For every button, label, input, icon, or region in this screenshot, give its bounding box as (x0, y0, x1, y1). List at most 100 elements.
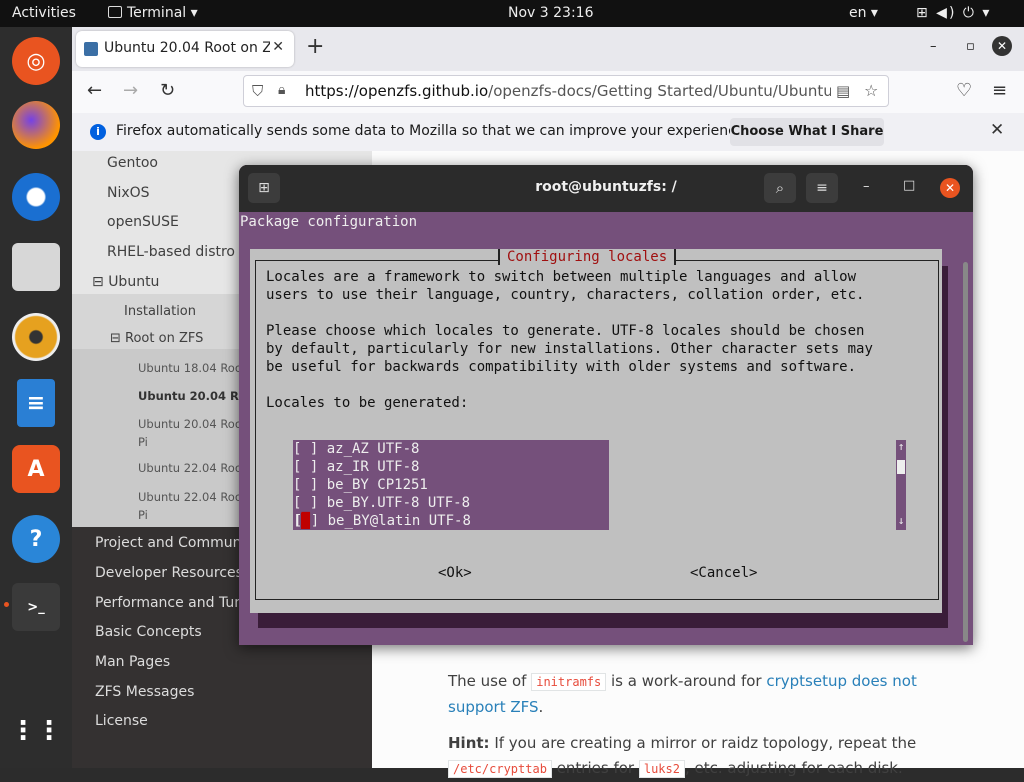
url-bar[interactable]: ⛉ 🔒︎ https://openzfs.github.io/openzfs-d… (243, 75, 889, 107)
sidebar-item-root-on-zfs[interactable]: ⊟ Root on ZFS (110, 331, 203, 346)
close-window-button[interactable]: ✕ (992, 36, 1012, 56)
tab-close-icon[interactable]: ✕ (272, 39, 284, 55)
terminal-app-icon (108, 6, 122, 18)
new-tab-button[interactable]: + (306, 36, 324, 58)
list-item[interactable]: [ ] be_BY CP1251 (293, 476, 428, 494)
top-bar: Activities Terminal ▾ Nov 3 23:16 en ▾ ⊞… (0, 0, 1024, 27)
locales-list[interactable]: [ ] az_AZ UTF-8 [ ] az_IR UTF-8 [ ] be_B… (293, 440, 609, 530)
hint-paragraph: Hint: If you are creating a mirror or ra… (448, 734, 917, 778)
terminal-search-icon[interactable]: ⌕ (764, 173, 796, 203)
locales-list-scrollbar[interactable]: ↑ ↓ (896, 440, 906, 530)
writer-icon[interactable]: ≡ (17, 379, 55, 427)
sidebar-item-ubuntu-1804-root[interactable]: Ubuntu 18.04 Root (138, 361, 246, 375)
url-text: https://openzfs.github.io/openzfs-docs/G… (305, 82, 831, 100)
terminal-menu-icon[interactable]: ≡ (806, 173, 838, 203)
debconf-dialog: Configuring locales Locales are a framew… (250, 249, 942, 613)
dialog-title: Configuring locales (498, 249, 677, 265)
notification-bar: i Firefox automatically sends some data … (72, 113, 1024, 151)
forward-button[interactable]: → (123, 80, 138, 101)
url-host: https://openzfs.github.io (305, 82, 489, 100)
minimize-button[interactable]: – (930, 39, 937, 54)
list-item[interactable]: [ ] be_BY.UTF-8 UTF-8 (293, 494, 470, 512)
collapse-icon: ⊟ (110, 331, 126, 346)
sidebar-item-project-community[interactable]: Project and Community (95, 535, 259, 551)
inline-code: /etc/crypttab (448, 760, 552, 778)
hamburger-menu-icon[interactable]: ≡ (992, 80, 1007, 101)
sidebar-item-gentoo[interactable]: Gentoo (107, 155, 158, 171)
sidebar-item-license[interactable]: License (95, 713, 148, 729)
activities-button[interactable]: Activities (12, 5, 76, 21)
sidebar-item-developer-resources[interactable]: Developer Resources (95, 565, 243, 581)
sidebar-item-rhel[interactable]: RHEL-based distro (107, 244, 235, 260)
sidebar-item-basic-concepts[interactable]: Basic Concepts (95, 624, 202, 640)
sidebar-item-nixos[interactable]: NixOS (107, 185, 150, 201)
reload-button[interactable]: ↻ (160, 80, 175, 101)
sidebar-item-ubuntu-2204-root-pi-suffix[interactable]: Pi (138, 508, 148, 522)
sidebar-item-opensuse[interactable]: openSUSE (107, 214, 179, 230)
thunderbird-icon[interactable] (12, 173, 60, 221)
input-language-indicator[interactable]: en ▾ (849, 5, 878, 21)
terminal-minimize-button[interactable]: – (863, 179, 870, 194)
notification-close-icon[interactable]: ✕ (990, 120, 1004, 140)
package-config-title: Package configuration (240, 214, 418, 230)
tab-bar: Ubuntu 20.04 Root on ZFS ✕ + – ▫ ✕ (72, 27, 1024, 71)
hint-label: Hint: (448, 734, 490, 752)
inline-code: luks2 (638, 760, 685, 778)
sidebar-item-ubuntu-2204-root-pi[interactable]: Ubuntu 22.04 Root (138, 490, 246, 504)
app-center-icon[interactable]: A (12, 445, 60, 493)
scroll-down-arrow-icon[interactable]: ↓ (896, 514, 906, 527)
collapse-icon: ⊟ (92, 274, 109, 290)
sidebar-item-installation[interactable]: Installation (124, 304, 196, 319)
list-item[interactable]: [ ] az_IR UTF-8 (293, 458, 419, 476)
choose-what-i-share-button[interactable]: Choose What I Share (730, 118, 884, 146)
help-icon[interactable]: ? (12, 515, 60, 563)
locale-label: [ ] be_BY@latin UTF-8 (293, 513, 471, 529)
sidebar-item-ubuntu-2004-root-pi[interactable]: Ubuntu 20.04 Root (138, 417, 246, 431)
clock[interactable]: Nov 3 23:16 (508, 5, 593, 21)
terminal-close-button[interactable]: ✕ (940, 178, 960, 198)
sidebar-item-ubuntu-label: Ubuntu (108, 274, 160, 290)
reader-view-icon[interactable]: ▤ (836, 82, 850, 100)
firefox-icon[interactable] (12, 101, 60, 149)
shield-icon[interactable]: ⛉ (252, 82, 263, 100)
active-tab[interactable]: Ubuntu 20.04 Root on ZFS ✕ (76, 31, 294, 67)
list-item-selected[interactable]: [█[ ] be_BY@latin UTF-8 (293, 512, 471, 530)
bookmark-star-icon[interactable]: ☆ (864, 81, 878, 100)
cancel-button[interactable]: <Cancel> (690, 565, 757, 581)
app-menu[interactable]: Terminal ▾ (108, 5, 198, 21)
sidebar-item-ubuntu-2204-root[interactable]: Ubuntu 22.04 Root (138, 461, 246, 475)
app-menu-label: Terminal ▾ (127, 5, 198, 21)
sidebar-item-man-pages[interactable]: Man Pages (95, 654, 170, 670)
show-apps-icon[interactable]: ⋮⋮ (10, 707, 62, 755)
files-icon[interactable] (12, 243, 60, 291)
maximize-button[interactable]: ▫ (966, 39, 975, 54)
sidebar-item-ubuntu[interactable]: ⊟ Ubuntu (92, 274, 159, 290)
terminal-scrollbar[interactable] (963, 262, 968, 642)
sidebar-item-zfs-messages[interactable]: ZFS Messages (95, 684, 194, 700)
system-menu[interactable]: ⊞ ◀) ⏻ ▾ (916, 5, 991, 21)
ubuntu-software-icon[interactable]: ◎ (12, 37, 60, 85)
list-item[interactable]: [ ] az_AZ UTF-8 (293, 440, 419, 458)
terminal-maximize-button[interactable]: □ (903, 178, 915, 193)
notification-message: Firefox automatically sends some data to… (116, 123, 749, 139)
ok-button[interactable]: <Ok> (438, 565, 472, 581)
sidebar-item-root-on-zfs-label: Root on ZFS (125, 331, 204, 346)
inline-code: initramfs (531, 673, 607, 691)
scroll-up-arrow-icon[interactable]: ↑ (896, 440, 906, 453)
back-button[interactable]: ← (87, 80, 102, 101)
terminal-running-indicator (4, 602, 9, 607)
nav-bar: ← → ↻ ⛉ 🔒︎ https://openzfs.github.io/ope… (72, 71, 1024, 113)
terminal-window: ⊞ root@ubuntuzfs: / ⌕ ≡ – □ ✕ Package co… (239, 165, 973, 645)
pocket-icon[interactable]: ♡ (956, 80, 972, 101)
terminal-icon[interactable]: >_ (12, 583, 60, 631)
rhythmbox-icon[interactable] (12, 313, 60, 361)
terminal-headerbar: ⊞ root@ubuntuzfs: / ⌕ ≡ – □ ✕ (239, 165, 973, 212)
favicon-icon (84, 42, 98, 56)
sidebar-item-ubuntu-2004-root-pi-suffix[interactable]: Pi (138, 435, 148, 449)
initramfs-paragraph: The use of initramfs is a work-around fo… (448, 672, 917, 716)
lock-icon[interactable]: 🔒︎ (278, 82, 285, 98)
terminal-screen[interactable]: Package configuration Configuring locale… (239, 212, 973, 645)
locales-list-scroll-thumb[interactable] (897, 460, 905, 474)
dock: ◎ ≡ A ? >_ ⋮⋮ (0, 27, 72, 768)
dialog-description: Locales are a framework to switch betwee… (266, 269, 873, 411)
